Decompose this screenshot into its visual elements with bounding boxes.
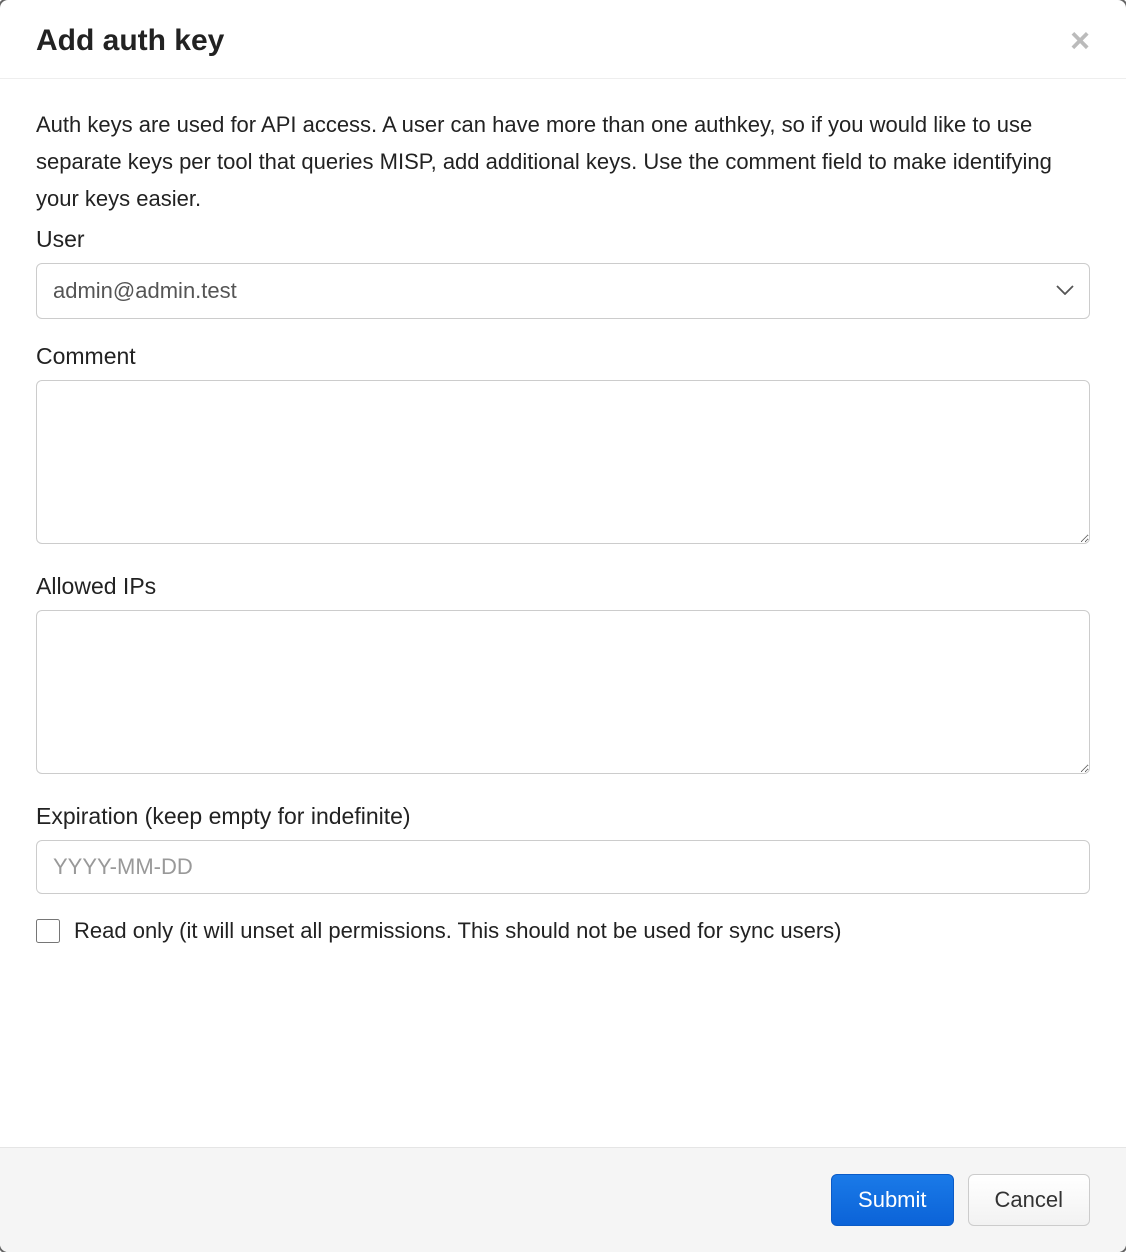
read-only-row: Read only (it will unset all permissions… <box>36 918 1090 944</box>
read-only-label: Read only (it will unset all permissions… <box>74 918 842 944</box>
modal-footer: Submit Cancel <box>0 1147 1126 1252</box>
cancel-button[interactable]: Cancel <box>968 1174 1090 1226</box>
allowed-ips-label: Allowed IPs <box>36 573 1090 600</box>
comment-label: Comment <box>36 343 1090 370</box>
close-icon: × <box>1070 22 1090 60</box>
close-button[interactable]: × <box>1070 24 1090 58</box>
add-auth-key-modal: Add auth key × Auth keys are used for AP… <box>0 0 1126 1252</box>
comment-textarea[interactable] <box>36 380 1090 544</box>
user-select[interactable]: admin@admin.test <box>36 263 1090 319</box>
expiration-field-group: Expiration (keep empty for indefinite) <box>36 803 1090 894</box>
allowed-ips-textarea[interactable] <box>36 610 1090 774</box>
modal-body: Auth keys are used for API access. A use… <box>0 79 1126 1147</box>
user-label: User <box>36 226 1090 253</box>
user-field-group: User admin@admin.test <box>36 226 1090 319</box>
read-only-checkbox[interactable] <box>36 919 60 943</box>
modal-header: Add auth key × <box>0 0 1126 79</box>
expiration-label: Expiration (keep empty for indefinite) <box>36 803 1090 830</box>
modal-title: Add auth key <box>36 24 224 58</box>
modal-description: Auth keys are used for API access. A use… <box>36 107 1090 218</box>
submit-button[interactable]: Submit <box>831 1174 953 1226</box>
expiration-input[interactable] <box>36 840 1090 894</box>
user-select-wrapper: admin@admin.test <box>36 263 1090 319</box>
comment-field-group: Comment <box>36 343 1090 549</box>
allowed-ips-field-group: Allowed IPs <box>36 573 1090 779</box>
